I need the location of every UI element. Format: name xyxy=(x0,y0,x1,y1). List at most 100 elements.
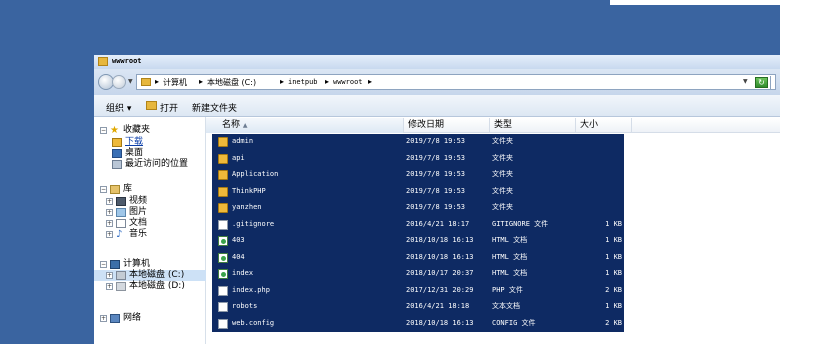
music-icon: ♪ xyxy=(116,229,123,240)
nav-item-favorites[interactable]: − ★ 收藏夹 xyxy=(94,125,206,136)
nav-item-videos[interactable]: + 视频 xyxy=(94,196,206,207)
chevron-right-icon[interactable]: ▸ xyxy=(325,77,329,86)
document-icon xyxy=(116,219,126,228)
file-row[interactable]: robots 2016/4/21 18:18 文本文档 1 KB xyxy=(212,299,624,315)
nav-item-recent-places[interactable]: 最近访问的位置 xyxy=(94,159,206,170)
sort-ascending-icon: ▲ xyxy=(242,122,248,129)
file-date: 2019/7/8 19:53 xyxy=(406,186,466,195)
file-name: yanzhen xyxy=(232,203,262,211)
column-header-row: 名称 ▲ 修改日期 类型 大小 xyxy=(206,118,780,133)
folder-icon xyxy=(218,170,228,180)
file-row[interactable]: index.php 2017/12/31 20:29 PHP 文件 2 KB xyxy=(212,283,624,299)
file-date: 2018/10/18 16:13 xyxy=(406,236,474,244)
nav-label: 本地磁盘 (C:) xyxy=(129,270,185,280)
file-row[interactable]: admin 2019/7/8 19:53 文件夹 xyxy=(212,134,624,150)
recent-places-icon xyxy=(112,160,122,169)
network-icon xyxy=(110,314,120,323)
nav-item-drive-c[interactable]: + 本地磁盘 (C:) xyxy=(94,270,206,281)
nav-label: 最近访问的位置 xyxy=(125,159,189,169)
file-type: 文件夹 xyxy=(492,153,513,162)
nav-item-drive-d[interactable]: + 本地磁盘 (D:) xyxy=(94,281,206,292)
search-box-edge[interactable] xyxy=(770,76,777,89)
breadcrumb-inetpub[interactable]: inetpub xyxy=(288,78,318,86)
file-icon xyxy=(218,219,228,230)
file-type: 文件夹 xyxy=(492,186,513,195)
breadcrumb-computer[interactable]: 计算机 xyxy=(163,77,187,88)
address-row: ▼ ▸ 计算机 ▸ 本地磁盘 (C:) ▸ inetpub ▸ wwwroot … xyxy=(94,69,780,95)
library-icon xyxy=(110,185,120,194)
file-date: 2019/7/8 19:53 xyxy=(406,153,466,162)
picture-icon xyxy=(116,208,126,217)
expand-icon[interactable]: + xyxy=(106,231,113,238)
column-header-date[interactable]: 修改日期 xyxy=(404,118,490,133)
expand-icon[interactable]: + xyxy=(106,198,113,205)
open-button[interactable]: 打开 xyxy=(160,101,178,114)
drive-icon xyxy=(116,282,126,291)
nav-label: 桌面 xyxy=(125,148,144,158)
star-icon: ★ xyxy=(110,125,119,136)
file-row[interactable]: yanzhen 2019/7/8 19:53 文件夹 xyxy=(212,200,624,216)
file-row[interactable]: Application 2019/7/8 19:53 文件夹 xyxy=(212,167,624,183)
organize-button[interactable]: 组织 ▾ xyxy=(106,101,131,114)
file-name: Application xyxy=(232,170,279,178)
html-file-icon xyxy=(218,269,228,279)
expand-icon[interactable]: + xyxy=(106,209,113,216)
address-bar[interactable]: ▸ 计算机 ▸ 本地磁盘 (C:) ▸ inetpub ▸ wwwroot ▸ … xyxy=(136,74,776,90)
forward-button[interactable] xyxy=(112,75,126,89)
chevron-right-icon[interactable]: ▸ xyxy=(155,77,159,86)
nav-item-libraries[interactable]: − 库 xyxy=(94,184,206,195)
expand-icon[interactable]: + xyxy=(100,315,107,322)
expand-icon[interactable]: + xyxy=(106,272,113,279)
file-size: 1 KB xyxy=(605,302,622,310)
file-row[interactable]: index 2018/10/17 20:37 HTML 文档 1 KB xyxy=(212,266,624,282)
column-header-type[interactable]: 类型 xyxy=(490,118,576,133)
file-row[interactable]: ThinkPHP 2019/7/8 19:53 文件夹 xyxy=(212,184,624,200)
nav-item-pictures[interactable]: + 图片 xyxy=(94,207,206,218)
recent-pages-dropdown-icon[interactable]: ▼ xyxy=(128,78,133,85)
file-type: HTML 文档 xyxy=(492,252,528,261)
chevron-right-icon[interactable]: ▸ xyxy=(280,77,284,86)
refresh-icon[interactable]: ↻ xyxy=(755,77,768,88)
nav-label: 视频 xyxy=(129,196,148,206)
file-size: 1 KB xyxy=(605,269,622,277)
nav-item-documents[interactable]: + 文档 xyxy=(94,218,206,229)
expand-icon[interactable]: + xyxy=(106,220,113,227)
chevron-right-icon[interactable]: ▸ xyxy=(368,77,372,86)
file-row[interactable]: 404 2018/10/18 16:13 HTML 文档 1 KB xyxy=(212,250,624,266)
file-name: .gitignore xyxy=(232,219,275,228)
nav-item-computer[interactable]: − 计算机 xyxy=(94,259,206,270)
folder-icon xyxy=(141,78,151,86)
nav-label: 文档 xyxy=(129,218,148,228)
nav-label: 图片 xyxy=(129,207,148,217)
file-row[interactable]: 403 2018/10/18 16:13 HTML 文档 1 KB xyxy=(212,233,624,249)
open-folder-icon xyxy=(146,101,157,110)
file-type: 文件夹 xyxy=(492,137,513,145)
file-row[interactable]: .gitignore 2016/4/21 18:17 GITIGNORE 文件 1 K… xyxy=(212,217,624,233)
nav-label: 音乐 xyxy=(129,229,148,239)
file-type: HTML 文档 xyxy=(492,236,528,244)
nav-label: 收藏夹 xyxy=(123,125,151,135)
file-name: 404 xyxy=(232,252,245,261)
column-header-size[interactable]: 大小 xyxy=(576,118,632,133)
nav-item-network[interactable]: + 网络 xyxy=(94,313,206,324)
file-row[interactable]: web.config 2018/10/18 16:13 CONFIG 文件 2 KB xyxy=(212,316,624,332)
column-header-name[interactable]: 名称 ▲ xyxy=(206,118,404,133)
file-name: index xyxy=(232,269,254,277)
breadcrumb-drive-c[interactable]: 本地磁盘 (C:) xyxy=(207,77,256,88)
new-folder-button[interactable]: 新建文件夹 xyxy=(192,101,237,114)
file-row[interactable]: api 2019/7/8 19:53 文件夹 xyxy=(212,151,624,167)
nav-item-music[interactable]: + ♪ 音乐 xyxy=(94,229,206,240)
expand-icon[interactable]: + xyxy=(106,283,113,290)
chevron-right-icon[interactable]: ▸ xyxy=(199,77,203,86)
downloads-folder-icon xyxy=(112,138,122,147)
file-size: 1 KB xyxy=(605,219,622,228)
breadcrumb-wwwroot[interactable]: wwwroot xyxy=(333,78,363,86)
collapse-icon[interactable]: − xyxy=(100,186,107,193)
title-bar[interactable]: wwwroot xyxy=(94,55,780,69)
nav-label: 计算机 xyxy=(123,259,151,269)
collapse-icon[interactable]: − xyxy=(100,261,107,268)
collapse-icon[interactable]: − xyxy=(100,127,107,134)
nav-item-desktop[interactable]: 桌面 xyxy=(94,148,206,159)
address-dropdown-icon[interactable]: ▼ xyxy=(743,78,748,85)
nav-item-downloads[interactable]: 下载 xyxy=(94,137,206,148)
